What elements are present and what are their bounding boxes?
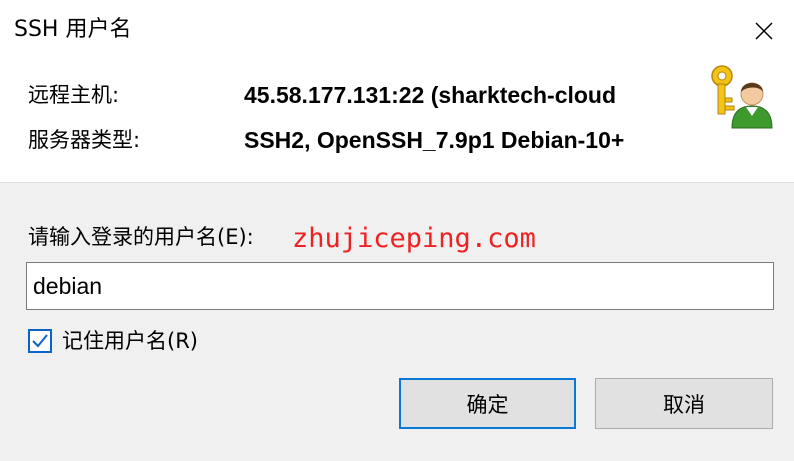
close-icon	[755, 22, 773, 40]
checkmark-icon	[32, 334, 48, 348]
checkbox-box[interactable]	[28, 329, 52, 353]
ssh-username-dialog: SSH 用户名 远程主机: 45.58.177.131:22 (sharktec…	[0, 0, 794, 461]
ok-button[interactable]: 确定	[399, 378, 576, 429]
remote-host-value: 45.58.177.131:22 (sharktech-cloud	[244, 82, 617, 108]
cancel-button[interactable]: 取消	[595, 378, 773, 429]
watermark-text: zhujiceping.com	[292, 223, 536, 254]
server-type-row: 服务器类型: SSH2, OpenSSH_7.9p1 Debian-10+	[0, 120, 700, 160]
remember-username-checkbox[interactable]: 记住用户名(R)	[28, 327, 198, 355]
server-type-label: 服务器类型:	[28, 128, 141, 152]
remote-host-label: 远程主机:	[28, 83, 120, 107]
remember-username-label: 记住用户名(R)	[62, 329, 198, 353]
username-input[interactable]	[26, 262, 774, 310]
window-title: SSH 用户名	[14, 17, 132, 42]
username-prompt-label: 请输入登录的用户名(E):	[28, 225, 254, 249]
close-button[interactable]	[734, 0, 794, 62]
ok-button-label: 确定	[466, 392, 509, 417]
user-key-icon	[706, 62, 774, 130]
title-bar: SSH 用户名	[0, 0, 794, 62]
cancel-button-label: 取消	[663, 392, 705, 417]
login-panel: 请输入登录的用户名(E): zhujiceping.com 记住用户名(R) 确…	[0, 182, 794, 461]
remote-host-row: 远程主机: 45.58.177.131:22 (sharktech-cloud	[0, 75, 700, 115]
server-type-value: SSH2, OpenSSH_7.9p1 Debian-10+	[244, 127, 625, 153]
